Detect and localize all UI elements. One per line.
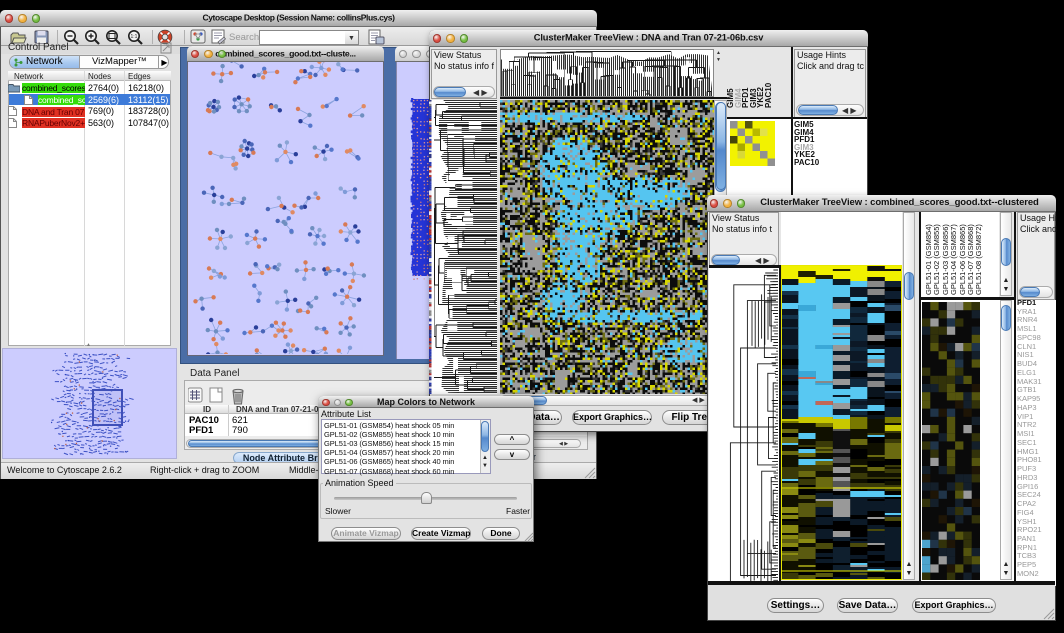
svg-text:1:1: 1:1 [131, 34, 138, 40]
